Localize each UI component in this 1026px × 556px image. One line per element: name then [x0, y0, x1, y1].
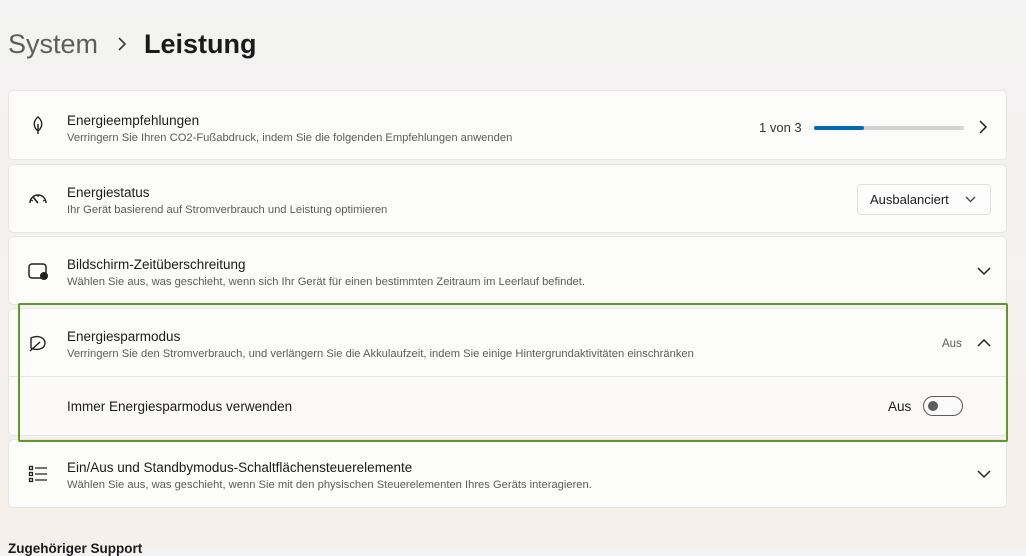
screen-timeout-title: Bildschirm-Zeitüberschreitung [67, 257, 246, 272]
energy-saver-status: Aus [942, 338, 962, 350]
breadcrumb-system[interactable]: System [8, 29, 98, 60]
energy-recommendations-card[interactable]: Energieempfehlungen Verringern Sie Ihren… [8, 90, 1007, 160]
power-mode-selected-value: Ausbalanciert [870, 192, 949, 207]
power-buttons-description: Wählen Sie aus, was geschieht, wenn Sie … [67, 479, 592, 491]
power-buttons-card[interactable]: Ein/Aus und Standbymodus-Schaltflächenst… [8, 439, 1007, 508]
leaf-icon [27, 114, 49, 136]
chevron-up-icon[interactable] [976, 335, 992, 351]
recommendations-progress-label: 1 von 3 [759, 120, 802, 135]
energy-saver-leaf-icon [27, 332, 49, 354]
screen-timeout-icon [27, 260, 49, 282]
chevron-right-icon[interactable] [975, 119, 991, 135]
page-title: Leistung [144, 28, 257, 59]
chevron-down-icon[interactable] [976, 466, 992, 482]
always-energy-saver-row: Immer Energiesparmodus verwenden Aus [8, 377, 1007, 436]
energy-recommendations-title: Energieempfehlungen [67, 113, 200, 128]
recommendations-progress-bar [814, 126, 964, 130]
always-energy-saver-toggle-label: Aus [888, 399, 912, 414]
energy-recommendations-description: Verringern Sie Ihren CO2-Fußabdruck, ind… [67, 132, 513, 144]
breadcrumb: System Leistung [8, 24, 257, 64]
power-mode-dropdown[interactable]: Ausbalanciert [857, 184, 991, 215]
toggle-knob [928, 401, 938, 411]
always-energy-saver-toggle[interactable] [923, 396, 963, 416]
screen-timeout-description: Wählen Sie aus, was geschieht, wenn sich… [67, 276, 585, 288]
power-status-title: Energiestatus [67, 185, 150, 200]
always-energy-saver-label: Immer Energiesparmodus verwenden [67, 399, 293, 414]
energy-saver-description: Verringern Sie den Stromverbrauch, und v… [67, 348, 694, 360]
list-icon [27, 463, 49, 485]
energy-saver-card[interactable]: Energiesparmodus Verringern Sie den Stro… [8, 308, 1007, 377]
chevron-down-icon[interactable] [976, 263, 992, 279]
power-status-description: Ihr Gerät basierend auf Stromverbrauch u… [67, 204, 388, 216]
breadcrumb-chevron-right-icon [116, 37, 128, 51]
recommendations-progress-fill [814, 126, 864, 130]
gauge-icon [27, 188, 49, 210]
power-buttons-title: Ein/Aus und Standbymodus-Schaltflächenst… [67, 460, 413, 475]
energy-saver-title: Energiesparmodus [67, 329, 181, 344]
screen-timeout-card[interactable]: Bildschirm-Zeitüberschreitung Wählen Sie… [8, 236, 1007, 305]
chevron-down-icon [965, 193, 976, 208]
power-status-card: Energiestatus Ihr Gerät basierend auf St… [8, 164, 1007, 233]
